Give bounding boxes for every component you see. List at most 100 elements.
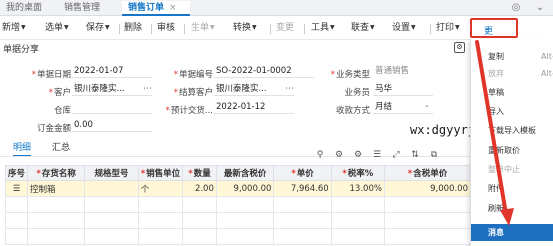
grid-header-row: 序号 *存货名称 规格型号 *销售单位 *数量 最新含税价 *单价 *税率% *… (4, 165, 472, 181)
chevron-down-icon[interactable]: ⌄ (534, 2, 546, 14)
caret-down-icon: ▼ (210, 24, 215, 31)
column-header[interactable]: *数量 (182, 165, 217, 181)
separator (184, 24, 185, 34)
menu-shortcut: Alt- (541, 52, 553, 61)
customer-value: 银川泰隆实... (74, 84, 125, 94)
table-row[interactable]: ☰ 控制箱 个 2.00 9,000.00 7,964.60 13.00% 9,… (4, 180, 472, 197)
settle-customer-value: 银川泰隆实... (216, 84, 267, 94)
biz-type-field: 普通销售 (375, 66, 410, 76)
salesperson-field[interactable]: 马华 (373, 84, 433, 96)
delete-button[interactable]: 删除 (124, 21, 142, 35)
tab-sales-order[interactable]: 销售订单 × (122, 1, 190, 16)
tax-price-cell[interactable]: 9,000.00 (383, 180, 472, 197)
customer-label: *客户 (48, 88, 71, 98)
save-button[interactable]: 保存▼ (86, 21, 110, 35)
table-row[interactable] (4, 196, 472, 213)
column-header[interactable]: *存货名称 (27, 165, 86, 181)
doc-share-link[interactable]: 单据分享 (3, 42, 39, 55)
separator (430, 24, 431, 34)
tab-detail[interactable]: 明细 (13, 140, 32, 157)
print-label: 打印 (436, 23, 455, 33)
column-header-text: 单价 (296, 169, 314, 179)
item-name-cell[interactable]: 控制箱 (27, 180, 86, 197)
delivery-date-field[interactable]: 2022-01-12 (214, 102, 294, 114)
settle-customer-label: *结算客户 (173, 88, 213, 98)
settings-button[interactable]: 设置▼ (392, 21, 416, 35)
tax-rate-cell[interactable]: 13.00% (330, 180, 385, 197)
deposit-label: 订金金额 (36, 124, 71, 134)
doc-no-field[interactable]: SO-2022-01-0002 (214, 66, 314, 78)
column-header[interactable]: 最新含税价 (215, 165, 275, 181)
unit-price-cell[interactable]: 7,964.60 (273, 180, 332, 197)
biz-type-label-text: 业务类型 (335, 70, 370, 80)
tab-my-desktop[interactable]: 我的桌面 (6, 1, 42, 16)
collect-method-value: 月结 (375, 102, 393, 112)
settings-gear-icon[interactable]: ⚙ (454, 42, 465, 53)
copy-icon[interactable]: ⧉ (429, 150, 439, 160)
column-header[interactable]: *销售单位 (137, 165, 184, 181)
tab-summary[interactable]: 汇总 (52, 140, 70, 153)
settle-customer-field[interactable]: 银川泰隆实... (214, 84, 294, 96)
separator (304, 24, 305, 34)
locate-icon[interactable]: ◎ (510, 2, 522, 14)
customer-label-text: 客户 (53, 88, 71, 98)
salesperson-label-text: 业务员 (344, 88, 370, 98)
doc-no-label-text: 单据编号 (178, 70, 213, 80)
warehouse-field[interactable] (72, 102, 152, 114)
new-button[interactable]: 新增▼ (2, 21, 26, 35)
convert-button[interactable]: 转换▼ (233, 21, 257, 35)
table-row[interactable] (4, 212, 472, 229)
column-header[interactable]: *含税单价 (383, 165, 472, 181)
doc-date-field[interactable]: 2022-01-07 (72, 66, 152, 78)
gear-icon[interactable]: ⚙ (353, 150, 363, 160)
gear-icon[interactable]: ⚙ (334, 150, 344, 160)
warehouse-label: 仓库 (53, 106, 71, 116)
tab-sales-management[interactable]: 销售管理 (64, 1, 100, 16)
column-header[interactable]: *单价 (273, 165, 332, 181)
chevron-down-icon[interactable]: ⌄ (424, 101, 430, 109)
grid-toolbar: ⚲ ⚙ ⚙ ☰ ⤢ ⇅ ⧉ (315, 147, 475, 160)
caret-down-icon: ▼ (330, 24, 335, 31)
new-label: 新增 (2, 23, 21, 33)
row-menu-icon[interactable]: ☰ (4, 180, 29, 197)
linked-query-button[interactable]: 联查▼ (351, 21, 375, 35)
print-button[interactable]: 打印▼ (436, 21, 460, 35)
biz-type-label: *业务类型 (330, 70, 370, 80)
select-label: 选单 (45, 23, 64, 33)
latest-price-cell[interactable]: 9,000.00 (215, 180, 275, 197)
delivery-label: *预计交货... (165, 106, 213, 116)
linked-label: 联查 (351, 23, 370, 33)
select-button[interactable]: 选单▼ (45, 21, 69, 35)
delivery-label-text: 预计交货... (170, 106, 213, 116)
watermark-text: wx:dgyyrj (410, 123, 476, 137)
audit-button[interactable]: 审核 (157, 21, 175, 35)
separator (270, 24, 271, 34)
deposit-field[interactable]: 0.00 (72, 120, 152, 132)
close-icon[interactable]: × (169, 3, 177, 13)
browse-icon[interactable]: ⋯ (285, 84, 294, 94)
column-header[interactable]: 序号 (4, 165, 29, 181)
separator (151, 24, 152, 34)
browse-icon[interactable]: ⋯ (143, 84, 152, 94)
unit-cell[interactable]: 个 (137, 180, 184, 197)
sort-icon[interactable]: ⇅ (410, 150, 420, 160)
expand-icon[interactable]: ⤢ (391, 150, 401, 160)
column-header-text: 存货名称 (41, 169, 76, 179)
convert-label: 转换 (233, 23, 252, 33)
table-row[interactable] (4, 228, 472, 245)
caret-down-icon: ▼ (64, 24, 69, 31)
column-header[interactable]: *税率% (330, 165, 385, 181)
generate-button[interactable]: 生单▼ (191, 21, 215, 35)
quantity-cell[interactable]: 2.00 (182, 180, 217, 197)
customer-field[interactable]: 银川泰隆实... (72, 84, 152, 96)
list-icon[interactable]: ☰ (372, 150, 382, 160)
spec-cell[interactable] (84, 180, 139, 197)
annotation-arrow (475, 40, 514, 226)
column-header[interactable]: 规格型号 (84, 165, 139, 181)
tools-button[interactable]: 工具▼ (311, 21, 335, 35)
change-button[interactable]: 变更 (276, 21, 294, 35)
menu-shortcut: Alt- (541, 69, 553, 78)
location-icon[interactable]: ⚲ (315, 150, 325, 160)
tab-sales-order-label: 销售订单 (128, 3, 165, 13)
caret-down-icon: ▼ (21, 24, 26, 31)
